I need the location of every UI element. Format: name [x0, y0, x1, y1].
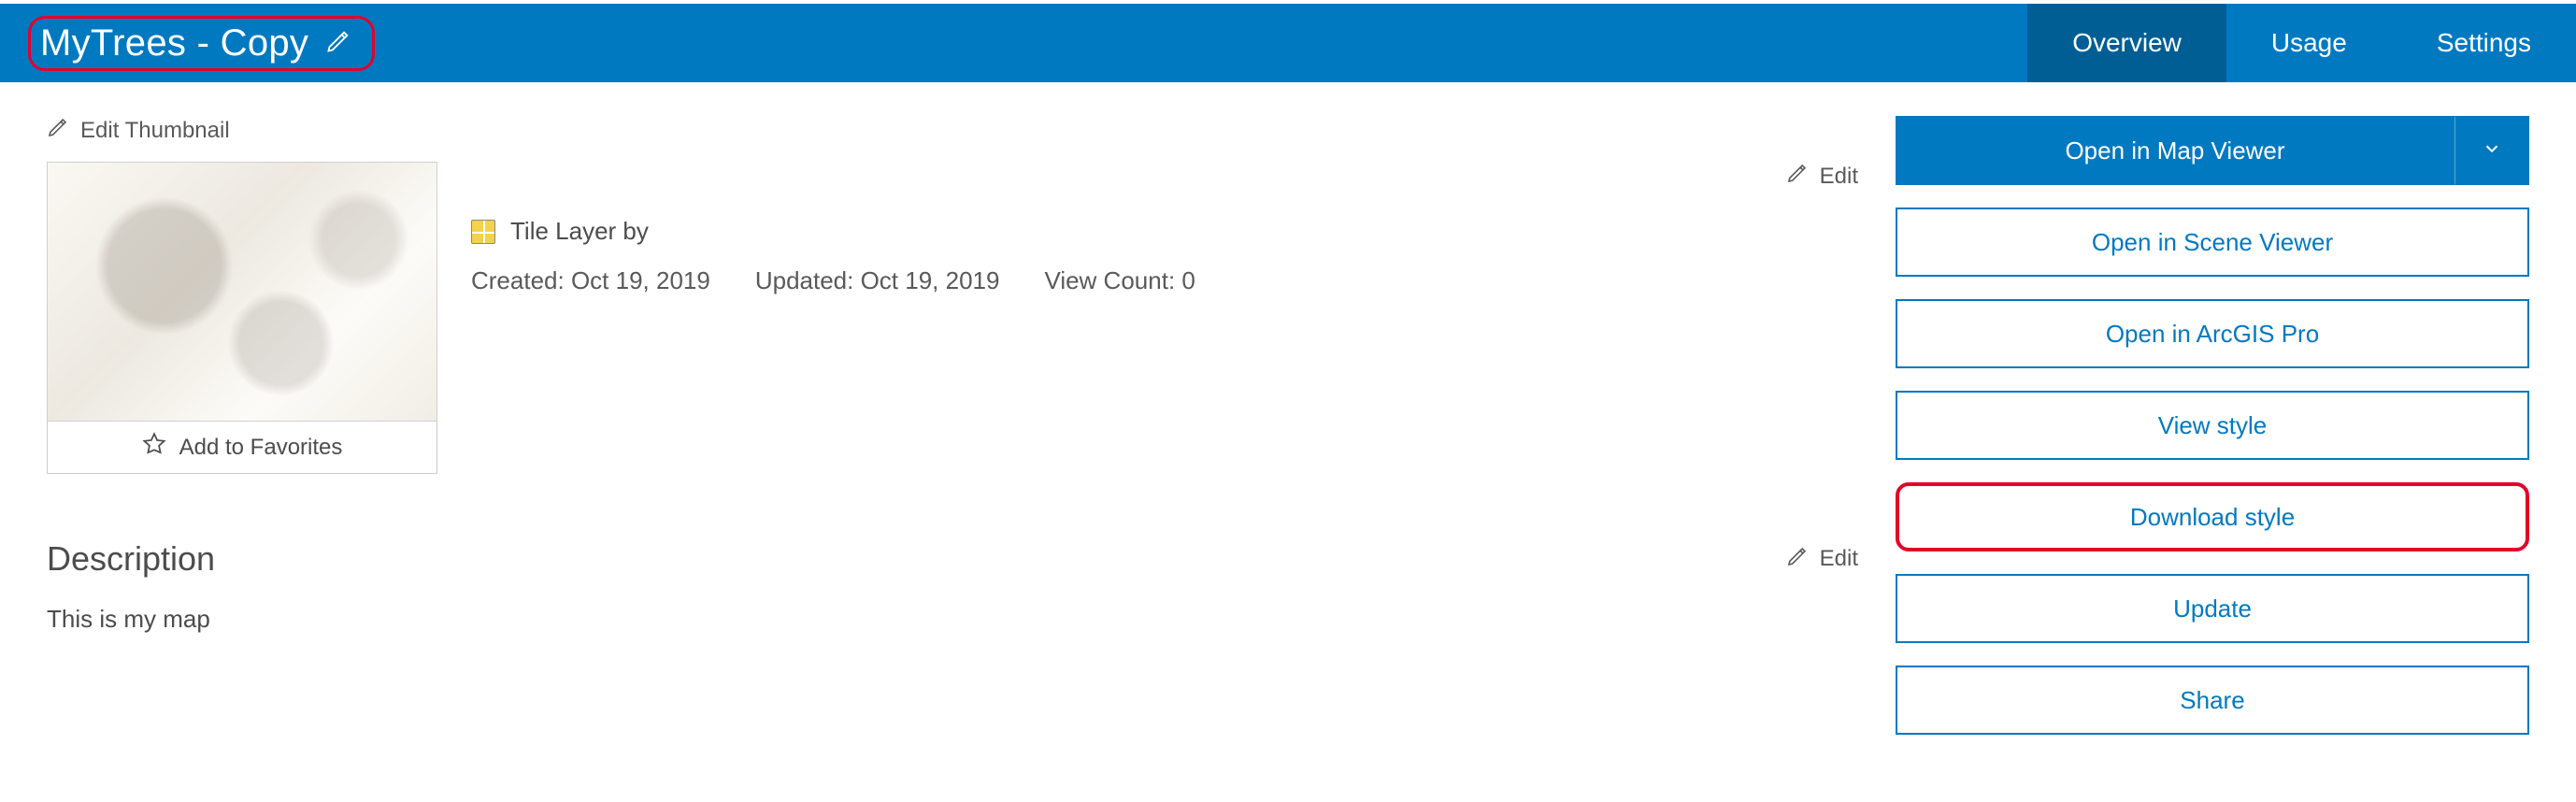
- edit-thumbnail-label: Edit Thumbnail: [80, 118, 230, 144]
- page-title: MyTrees - Copy: [40, 22, 308, 64]
- chevron-down-icon: [2482, 138, 2502, 164]
- created-date: Created: Oct 19, 2019: [471, 266, 710, 295]
- tabs: Overview Usage Settings: [2027, 4, 2576, 82]
- thumbnail-image: [47, 162, 437, 422]
- star-icon: [142, 432, 166, 463]
- open-in-map-viewer-button[interactable]: Open in Map Viewer: [1896, 116, 2454, 185]
- pencil-icon: [1786, 162, 1809, 191]
- tab-usage[interactable]: Usage: [2226, 4, 2392, 82]
- item-type-line: Tile Layer by: [471, 217, 1858, 246]
- header: MyTrees - Copy Overview Usage Settings: [0, 4, 2576, 82]
- edit-overview-link[interactable]: Edit: [1786, 162, 1858, 191]
- tile-layer-icon: [471, 220, 495, 244]
- edit-description-link[interactable]: Edit: [1786, 545, 1858, 574]
- tab-settings[interactable]: Settings: [2392, 4, 2576, 82]
- favorites-label: Add to Favorites: [179, 435, 343, 461]
- description-heading: Description: [47, 539, 215, 579]
- item-type-text: Tile Layer by: [510, 217, 649, 246]
- edit-label: Edit: [1820, 164, 1858, 190]
- open-in-arcgis-pro-button[interactable]: Open in ArcGIS Pro: [1896, 299, 2529, 368]
- view-count: View Count: 0: [1044, 266, 1195, 295]
- view-style-button[interactable]: View style: [1896, 391, 2529, 460]
- edit-thumbnail-link[interactable]: Edit Thumbnail: [47, 116, 1858, 145]
- edit-label: Edit: [1820, 546, 1858, 572]
- title-container: MyTrees - Copy: [28, 16, 375, 71]
- action-sidebar: Open in Map Viewer Open in Scene Viewer …: [1896, 116, 2529, 757]
- edit-title-icon[interactable]: [325, 28, 351, 59]
- updated-date: Updated: Oct 19, 2019: [755, 266, 1000, 295]
- update-button[interactable]: Update: [1896, 574, 2529, 643]
- share-button[interactable]: Share: [1896, 666, 2529, 735]
- pencil-icon: [47, 116, 69, 145]
- add-to-favorites-button[interactable]: Add to Favorites: [47, 422, 437, 474]
- open-in-map-viewer-dropdown[interactable]: [2454, 116, 2529, 185]
- description-body: This is my map: [47, 605, 1858, 634]
- tab-overview[interactable]: Overview: [2027, 4, 2226, 82]
- pencil-icon: [1786, 545, 1809, 574]
- open-in-scene-viewer-button[interactable]: Open in Scene Viewer: [1896, 208, 2529, 277]
- download-style-button[interactable]: Download style: [1896, 482, 2529, 551]
